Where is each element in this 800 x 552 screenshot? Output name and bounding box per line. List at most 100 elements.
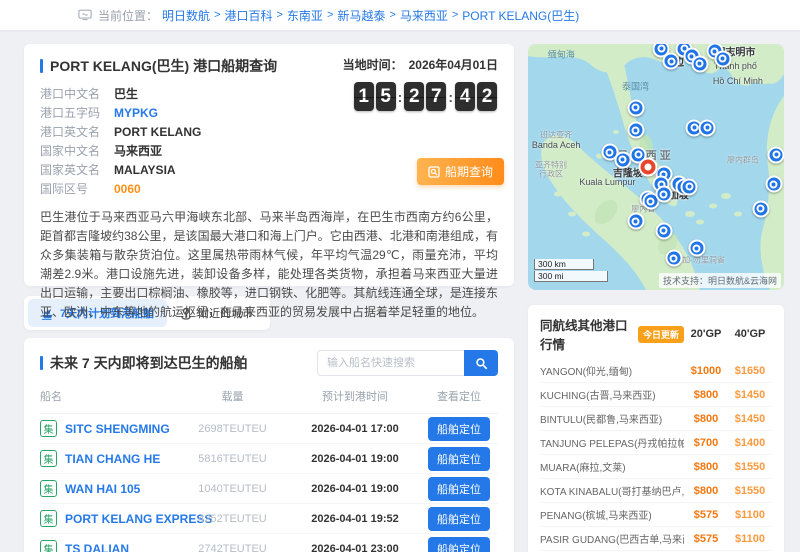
ship-name-link[interactable]: WAN HAI 105 (65, 482, 140, 496)
port-card-title: PORT KELANG(巴生) 港口船期查询 (50, 56, 277, 76)
ship-capacity: 5816TEUTEU (175, 453, 290, 465)
ship-capacity: 2742TEUTEU (175, 543, 290, 552)
route-prices-card: 同航线其他港口行情 今日更新 20'GP 40'GP YANGON(仰光,缅甸)… (528, 305, 784, 552)
port-marker-icon[interactable] (627, 213, 644, 230)
ship-locate-button[interactable]: 船舶定位 (428, 477, 490, 501)
port-marker-icon[interactable] (714, 50, 731, 67)
container-ship-badge-icon: 集 (40, 540, 57, 552)
ship-name-link[interactable]: TIAN CHANG HE (65, 452, 160, 466)
breadcrumb-link[interactable]: 明日数航 (162, 7, 210, 24)
price-rows: YANGON(仰光,缅甸)$1000$1650KUCHING(古晋,马来西亚)$… (540, 359, 772, 552)
port-marker-icon[interactable] (681, 178, 698, 195)
clock-digit: 7 (426, 82, 446, 111)
ship-name-cell: 集 TIAN CHANG HE (40, 450, 175, 467)
map-scale-km: 300 km (534, 259, 594, 270)
ship-name-link[interactable]: TS DALIAN (65, 542, 129, 552)
ship-locate-button[interactable]: 船舶定位 (428, 447, 490, 471)
port-fields: 港口中文名巴生港口五字码MYPKG港口英文名PORT KELANG国家中文名马来… (40, 84, 340, 198)
port-marker-icon[interactable] (627, 122, 644, 139)
port-marker-icon[interactable] (665, 250, 682, 267)
price-20gp: $1000 (684, 365, 728, 377)
ship-search-input[interactable] (317, 350, 464, 376)
price-port-name: PENANG(槟城,马来西亚) (540, 507, 684, 522)
ship-search-button[interactable] (464, 350, 498, 376)
port-map[interactable]: 缅甸海泰国湾金边胡志明市Thành phốHồ Chí Minh班达亚齐Band… (528, 44, 784, 290)
port-marker-icon[interactable] (752, 200, 769, 217)
port-field-row: 国家中文名马来西亚 (40, 141, 340, 160)
current-port-marker-icon[interactable] (639, 158, 658, 177)
container-ship-badge-icon: 集 (40, 420, 57, 437)
ship-locate-button[interactable]: 船舶定位 (428, 417, 490, 441)
ship-locate-cell: 船舶定位 (420, 537, 498, 552)
price-20gp: $800 (684, 413, 728, 425)
price-20gp: $800 (684, 485, 728, 497)
price-port-name: PASIR GUDANG(巴西古单,马来西亚) (540, 531, 684, 546)
price-row[interactable]: PENANG(槟城,马来西亚)$575$1100 (540, 503, 772, 527)
ship-table-row: 集SITC SHENGMING2698TEUTEU2026-04-01 17:0… (40, 414, 498, 444)
ship-locate-cell: 船舶定位 (420, 477, 498, 501)
price-20gp: $575 (684, 509, 728, 521)
breadcrumb-link[interactable]: PORT KELANG(巴生) (462, 7, 579, 24)
map-scale: 300 km 300 mi (534, 259, 608, 282)
breadcrumb-link[interactable]: 马来西亚 (400, 7, 448, 24)
location-indicator-icon (78, 9, 92, 21)
col-capacity: 载量 (175, 388, 290, 404)
ship-locate-button[interactable]: 船舶定位 (428, 507, 490, 531)
price-port-name: KOTA KINABALU(哥打基纳巴卢,马来西亚) (540, 483, 684, 498)
breadcrumb-link[interactable]: 新马越泰 (337, 7, 385, 24)
port-marker-icon[interactable] (655, 222, 672, 239)
price-row[interactable]: YANGON(仰光,缅甸)$1000$1650 (540, 359, 772, 383)
port-marker-icon[interactable] (655, 186, 672, 203)
port-field-row: 港口中文名巴生 (40, 84, 340, 103)
schedule-query-button[interactable]: 船期查询 (417, 158, 504, 185)
price-row[interactable]: BINTULU(民都鲁,马来西亚)$800$1450 (540, 407, 772, 431)
price-row[interactable]: MUARA(麻拉,文莱)$800$1550 (540, 455, 772, 479)
ship-eta: 2026-04-01 23:00 (290, 543, 420, 552)
updated-today-badge: 今日更新 (638, 326, 684, 343)
price-row[interactable]: PASIR GUDANG(巴西古单,马来西亚)$575$1100 (540, 527, 772, 551)
port-marker-icon[interactable] (699, 119, 716, 136)
port-marker-icon[interactable] (688, 240, 705, 257)
ships-table-body: 集SITC SHENGMING2698TEUTEU2026-04-01 17:0… (40, 414, 498, 552)
breadcrumb-link[interactable]: 港口百科 (224, 7, 272, 24)
container-ship-badge-icon: 集 (40, 450, 57, 467)
price-20gp: $800 (684, 389, 728, 401)
breadcrumb-links: 明日数航>港口百科>东南亚>新马越泰>马来西亚>PORT KELANG(巴生) (162, 7, 579, 24)
col-locate: 查看定位 (420, 388, 498, 404)
port-marker-icon[interactable] (768, 146, 784, 163)
port-field-row: 国家英文名MALAYSIA (40, 160, 340, 179)
breadcrumb-separator: > (389, 9, 395, 21)
breadcrumb-separator: > (452, 9, 458, 21)
clock-digit: 1 (354, 82, 374, 111)
price-20gp: $700 (684, 437, 728, 449)
arriving-ships-card: 未来 7 天内即将到达巴生的船舶 船名 载量 预计到港时间 查看定位 (24, 338, 514, 552)
ship-table-row: 集PORT KELANG EXPRESS4252TEUTEU2026-04-01… (40, 504, 498, 534)
price-row[interactable]: KUCHING(古晋,马来西亚)$800$1450 (540, 383, 772, 407)
price-40gp: $1650 (728, 365, 772, 377)
ship-name-cell: 集 TS DALIAN (40, 540, 175, 552)
breadcrumb-separator: > (327, 9, 333, 21)
breadcrumb-link[interactable]: 东南亚 (287, 7, 323, 24)
port-marker-icon[interactable] (691, 55, 708, 72)
local-time-label: 当地时间： (343, 56, 403, 73)
ship-locate-cell: 船舶定位 (420, 507, 498, 531)
port-field-value[interactable]: MYPKG (114, 106, 158, 120)
port-field-label: 港口中文名 (40, 85, 104, 102)
col-40gp: 40'GP (728, 328, 772, 340)
container-ship-badge-icon: 集 (40, 480, 57, 497)
main-content: PORT KELANG(巴生) 港口船期查询 港口中文名巴生港口五字码MYPKG… (0, 30, 800, 552)
clock-digit: 5 (376, 82, 396, 111)
ship-name-link[interactable]: SITC SHENGMING (65, 422, 170, 436)
price-row[interactable]: KOTA KINABALU(哥打基纳巴卢,马来西亚)$800$1550 (540, 479, 772, 503)
price-row[interactable]: TANJUNG PELEPAS(丹戎帕拉帕斯,马来西...$700$1400 (540, 431, 772, 455)
ship-locate-button[interactable]: 船舶定位 (428, 537, 490, 552)
price-40gp: $1450 (728, 413, 772, 425)
port-marker-icon[interactable] (663, 53, 680, 70)
port-marker-icon[interactable] (627, 99, 644, 116)
port-field-label: 国际区号 (40, 180, 104, 197)
ship-eta: 2026-04-01 17:00 (290, 423, 420, 435)
price-40gp: $1100 (728, 533, 772, 545)
port-marker-icon[interactable] (765, 176, 782, 193)
title-accent-bar (40, 59, 43, 73)
port-field-value: 巴生 (114, 85, 138, 102)
